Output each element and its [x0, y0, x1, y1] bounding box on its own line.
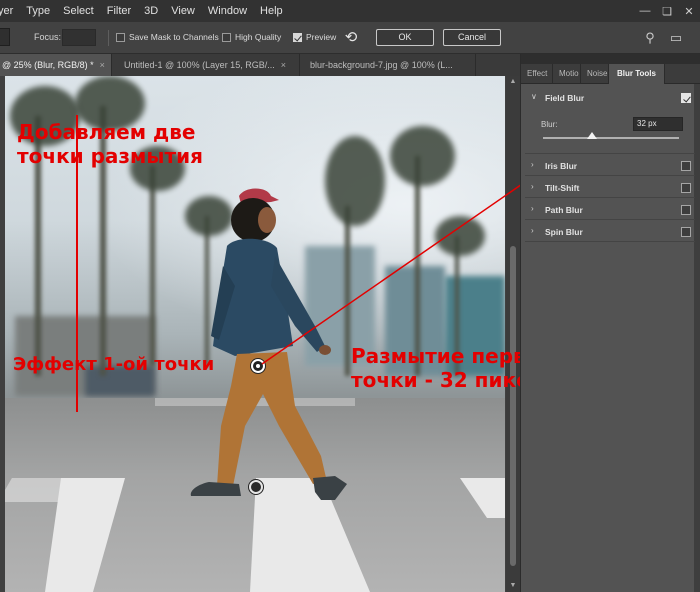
- tab-blur-tools[interactable]: Blur Tools: [609, 64, 665, 84]
- tab-effects[interactable]: Effect: [521, 64, 553, 84]
- annotation-first-point-effect: Эффект 1-ой точки: [13, 354, 215, 375]
- tilt-shift-label: Tilt-Shift: [545, 183, 580, 193]
- chevron-right-icon[interactable]: ›: [531, 204, 534, 213]
- panel-header: [521, 54, 700, 64]
- spin-blur-checkbox[interactable]: [681, 227, 691, 237]
- spin-blur-label: Spin Blur: [545, 227, 583, 237]
- path-blur-checkbox[interactable]: [681, 205, 691, 215]
- chevron-down-icon[interactable]: ∨: [531, 92, 537, 101]
- field-blur-settings: Blur: 32 px: [525, 108, 695, 154]
- panel-tabs: Effect Motio Noise Blur Tools: [521, 64, 700, 84]
- field-blur-checkbox[interactable]: [681, 93, 691, 103]
- annotation-text: Добавляем две точки размытия: [17, 120, 203, 168]
- chevron-right-icon[interactable]: ›: [531, 182, 534, 191]
- tab-motion[interactable]: Motio: [553, 64, 581, 84]
- tab-noise[interactable]: Noise: [581, 64, 609, 84]
- blur-tools-panel: Effect Motio Noise Blur Tools ∨ Field Bl…: [520, 54, 700, 592]
- spin-blur-row[interactable]: › Spin Blur: [525, 222, 695, 242]
- iris-blur-label: Iris Blur: [545, 161, 578, 171]
- chevron-right-icon[interactable]: ›: [531, 160, 534, 169]
- chevron-right-icon[interactable]: ›: [531, 226, 534, 235]
- path-blur-label: Path Blur: [545, 205, 583, 215]
- field-blur-row[interactable]: ∨ Field Blur: [525, 88, 695, 108]
- iris-blur-checkbox[interactable]: [681, 161, 691, 171]
- annotation-add-points: Добавляем две точки размытия: [17, 120, 203, 168]
- path-blur-row[interactable]: › Path Blur: [525, 200, 695, 220]
- tilt-shift-checkbox[interactable]: [681, 183, 691, 193]
- blur-slider-track[interactable]: [543, 137, 679, 139]
- field-blur-label: Field Blur: [545, 93, 585, 103]
- tilt-shift-row[interactable]: › Tilt-Shift: [525, 178, 695, 198]
- blur-amount-input[interactable]: 32 px: [633, 117, 683, 131]
- blur-amount-label: Blur:: [541, 120, 558, 129]
- blur-slider-handle[interactable]: [586, 132, 597, 139]
- iris-blur-row[interactable]: › Iris Blur: [525, 156, 695, 176]
